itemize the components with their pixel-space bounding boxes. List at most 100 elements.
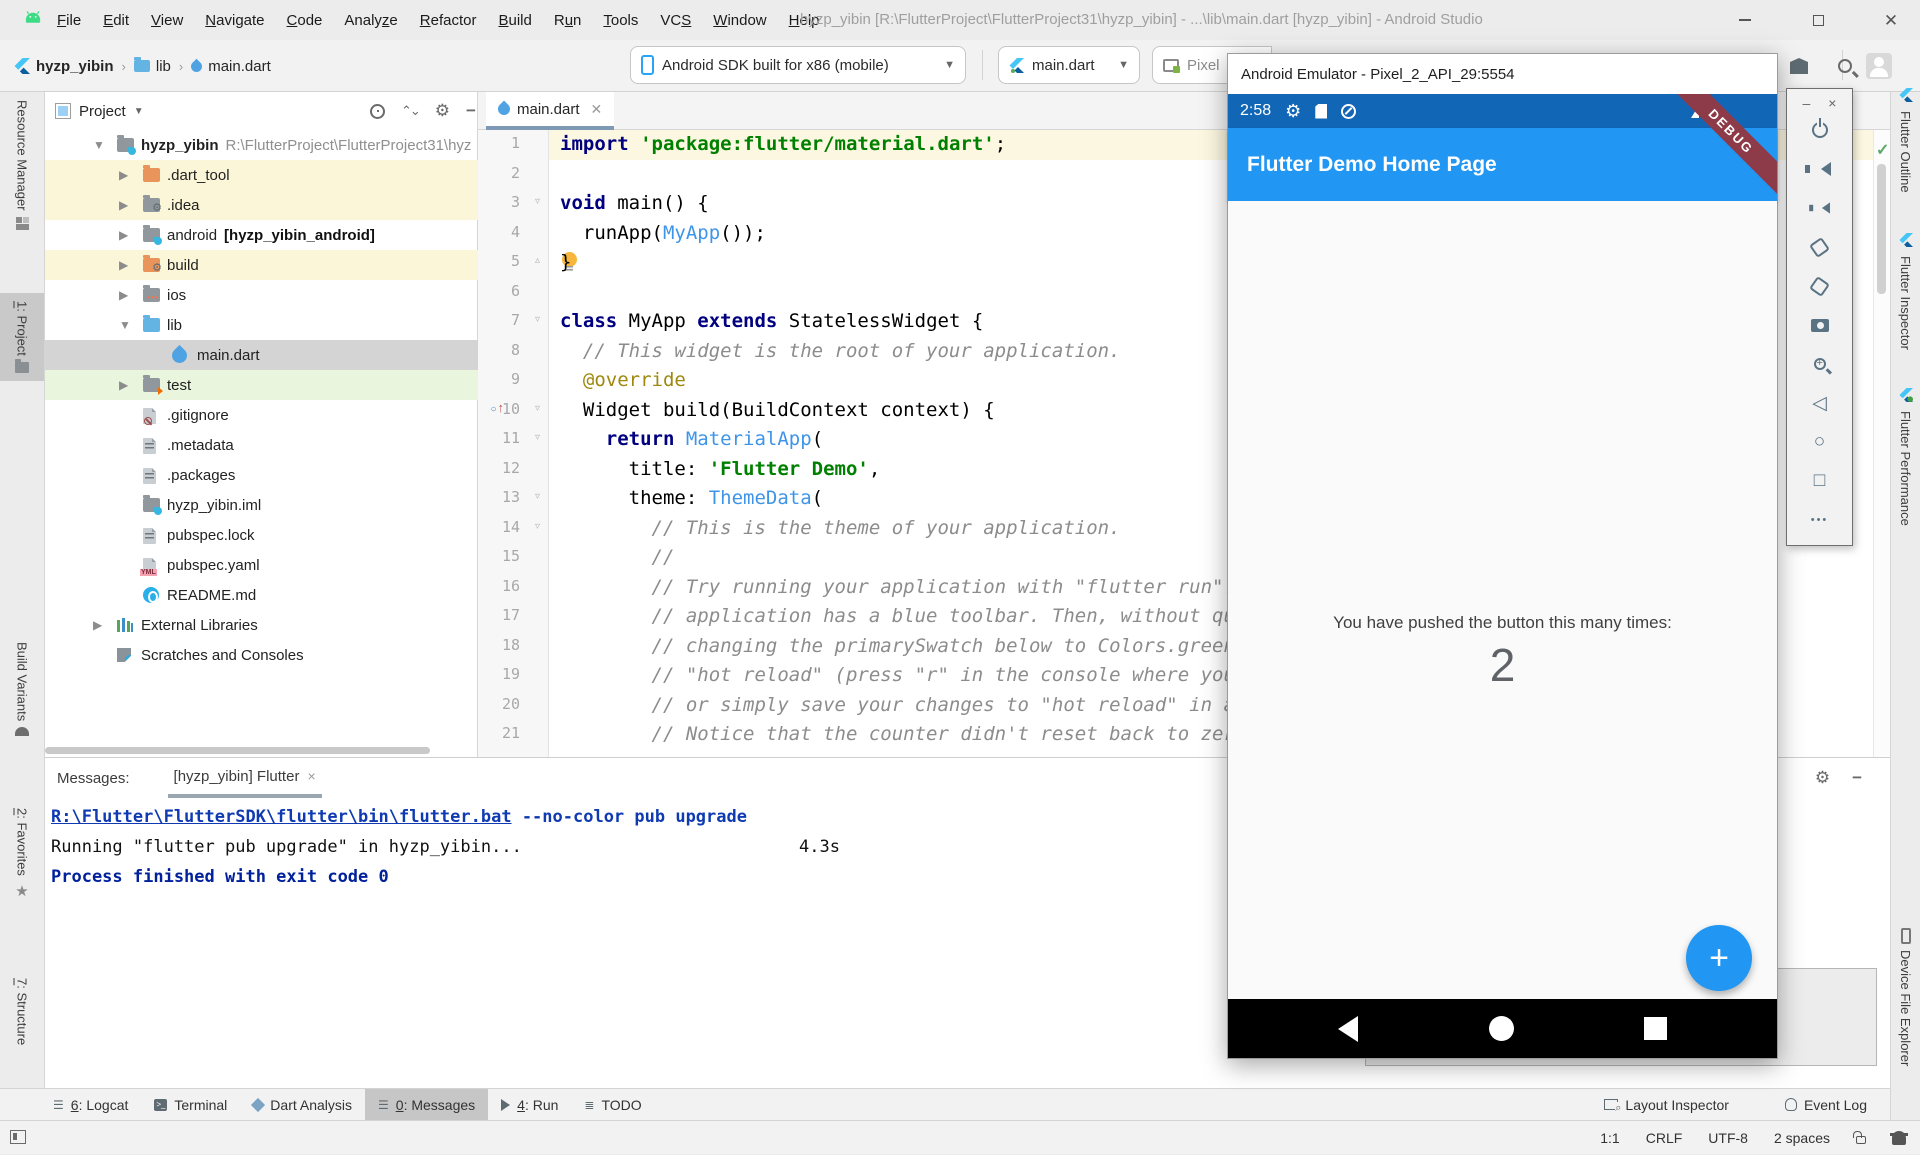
more-options-button[interactable]: ••• [1809, 509, 1831, 531]
power-button[interactable] [1809, 119, 1831, 141]
fold-marker[interactable]: ▵ [535, 255, 540, 266]
menu-code[interactable]: Code [276, 12, 334, 29]
tree-item-android[interactable]: ▶android[hyzp_yibin_android] [45, 220, 478, 250]
tool-button-todo[interactable]: ≣TODO [571, 1089, 654, 1120]
emu-back-button[interactable]: ◁ [1809, 392, 1831, 414]
breadcrumb-item[interactable]: lib [156, 58, 171, 75]
tool-button-event-log[interactable]: Event Log [1772, 1089, 1880, 1120]
project-panel-header[interactable]: Project ▼ ⌃⌄ ⚙ − [45, 92, 477, 130]
editor-scrollbar-thumb[interactable] [1877, 164, 1886, 294]
chevron-down-icon[interactable]: ▼ [93, 138, 105, 152]
console-output[interactable]: R:\Flutter\FlutterSDK\flutter\bin\flutte… [51, 802, 747, 892]
tool-button-terminal[interactable]: >_Terminal [141, 1089, 240, 1120]
tree-item-test[interactable]: ▶test [45, 370, 478, 400]
fab-increment-button[interactable]: + [1686, 925, 1752, 991]
tree-horizontal-scrollbar[interactable] [45, 747, 430, 754]
inspections-hector-icon[interactable] [1892, 1131, 1906, 1145]
encoding-indicator[interactable]: UTF-8 [1708, 1130, 1748, 1146]
tool-button-layout-inspector[interactable]: Layout Inspector [1591, 1089, 1742, 1120]
chevron-right-icon[interactable]: ▶ [119, 288, 128, 302]
tree-item--idea[interactable]: ▶⚙.idea [45, 190, 478, 220]
menu-view[interactable]: View [140, 12, 194, 29]
chevron-right-icon[interactable]: ▶ [119, 168, 128, 182]
tree-item-scratches-and-consoles[interactable]: Scratches and Consoles [45, 640, 478, 670]
menu-navigate[interactable]: Navigate [194, 12, 275, 29]
stripe-resource-manager[interactable]: Resource Manager [0, 100, 44, 230]
close-tab-icon[interactable]: × [307, 768, 315, 784]
menu-run[interactable]: Run [543, 12, 593, 29]
menu-tools[interactable]: Tools [592, 12, 649, 29]
rotate-right-button[interactable] [1809, 275, 1831, 297]
tree-item-build[interactable]: ▶⚙build [45, 250, 478, 280]
tree-item--packages[interactable]: .packages [45, 460, 478, 490]
tree-item-hyzp-yibin[interactable]: ▼hyzp_yibinR:\FlutterProject\FlutterProj… [45, 130, 478, 160]
chevron-right-icon[interactable]: ▶ [119, 258, 128, 272]
tab-flutter-messages[interactable]: [hyzp_yibin] Flutter × [168, 758, 322, 798]
fold-marker[interactable]: ▿ [535, 314, 540, 325]
profile-avatar-icon[interactable] [1866, 53, 1892, 79]
screenshot-camera-button[interactable] [1809, 314, 1831, 336]
breadcrumb-item[interactable]: hyzp_yibin [36, 58, 114, 75]
nav-back-button[interactable] [1338, 1016, 1358, 1042]
gear-icon[interactable]: ⚙ [435, 101, 450, 121]
tool-button-6-logcat[interactable]: ☰6: Logcat [40, 1089, 141, 1120]
volume-down-button[interactable] [1809, 197, 1831, 219]
rotate-left-button[interactable] [1809, 236, 1831, 258]
hide-panel-icon[interactable]: − [466, 101, 476, 121]
tree-item--gitignore[interactable]: .gitignore [45, 400, 478, 430]
fold-marker[interactable]: ▿ [535, 196, 540, 207]
stripe-flutter-performance[interactable]: Flutter Performance [1891, 388, 1920, 526]
collapse-all-icon[interactable]: ⌃⌄ [401, 103, 419, 119]
tree-item-lib[interactable]: ▼lib [45, 310, 478, 340]
menu-file[interactable]: File [46, 12, 92, 29]
line-ending-indicator[interactable]: CRLF [1646, 1130, 1683, 1146]
tree-item-ios[interactable]: ▶•••ios [45, 280, 478, 310]
breadcrumb-item[interactable]: main.dart [208, 58, 271, 75]
stripe-2-favorites[interactable]: 2: Favorites★ [0, 808, 44, 900]
fold-marker[interactable]: ▿ [535, 403, 540, 414]
tab-main-dart[interactable]: main.dart ✕ [486, 92, 614, 130]
tree-item-hyzp-yibin-iml[interactable]: hyzp_yibin.iml [45, 490, 478, 520]
chevron-right-icon[interactable]: ▶ [119, 378, 128, 392]
menu-window[interactable]: Window [702, 12, 777, 29]
readonly-lock-icon[interactable] [1856, 1136, 1866, 1144]
emulator-title-bar[interactable]: Android Emulator - Pixel_2_API_29:5554 [1228, 54, 1777, 94]
emulator-minimize-button[interactable]: – [1803, 95, 1811, 111]
menu-build[interactable]: Build [487, 12, 542, 29]
menu-edit[interactable]: Edit [92, 12, 140, 29]
chevron-right-icon[interactable]: ▶ [93, 618, 102, 632]
locate-file-icon[interactable] [370, 104, 385, 119]
hide-panel-icon[interactable]: − [1852, 768, 1862, 788]
tree-item-pubspec-lock[interactable]: pubspec.lock [45, 520, 478, 550]
tool-button-4-run[interactable]: 4: Run [488, 1089, 571, 1120]
chevron-down-icon[interactable]: ▼ [119, 318, 131, 332]
inspection-ok-icon[interactable]: ✓ [1876, 140, 1889, 160]
tool-window-toggle-icon[interactable] [10, 1130, 26, 1144]
device-selector[interactable]: Android SDK built for x86 (mobile) ▼ [630, 46, 966, 84]
stripe-flutter-inspector[interactable]: Flutter Inspector [1891, 233, 1920, 350]
caret-position[interactable]: 1:1 [1600, 1130, 1619, 1146]
close-tab-icon[interactable]: ✕ [591, 101, 603, 118]
zoom-button[interactable] [1809, 353, 1831, 375]
tree-item-main-dart[interactable]: main.dart [45, 340, 478, 370]
tree-item-pubspec-yaml[interactable]: YMLpubspec.yaml [45, 550, 478, 580]
stripe-7-structure[interactable]: 7: Structure [0, 978, 44, 1045]
fold-marker[interactable]: ▿ [535, 491, 540, 502]
emu-overview-button[interactable]: □ [1809, 470, 1831, 492]
tree-item-external-libraries[interactable]: ▶External Libraries [45, 610, 478, 640]
emulator-close-button[interactable]: × [1828, 95, 1836, 111]
search-everywhere-icon[interactable] [1838, 59, 1852, 73]
nav-recents-button[interactable] [1644, 1017, 1667, 1040]
tool-button-0-messages[interactable]: ☰0: Messages [365, 1089, 488, 1120]
indent-indicator[interactable]: 2 spaces [1774, 1130, 1830, 1146]
nav-home-button[interactable] [1489, 1016, 1514, 1041]
menu-vcs[interactable]: VCS [649, 12, 702, 29]
stripe-flutter-outline[interactable]: Flutter Outline [1891, 88, 1920, 193]
tree-item--dart-tool[interactable]: ▶.dart_tool [45, 160, 478, 190]
fold-marker[interactable]: ▿ [535, 432, 540, 443]
window-maximize-button[interactable] [1795, 0, 1841, 40]
run-config-selector[interactable]: main.dart ▼ [998, 46, 1140, 84]
stripe-1-project[interactable]: 1: Project [0, 293, 44, 381]
volume-up-button[interactable] [1809, 158, 1831, 180]
window-close-button[interactable]: ✕ [1868, 0, 1914, 40]
